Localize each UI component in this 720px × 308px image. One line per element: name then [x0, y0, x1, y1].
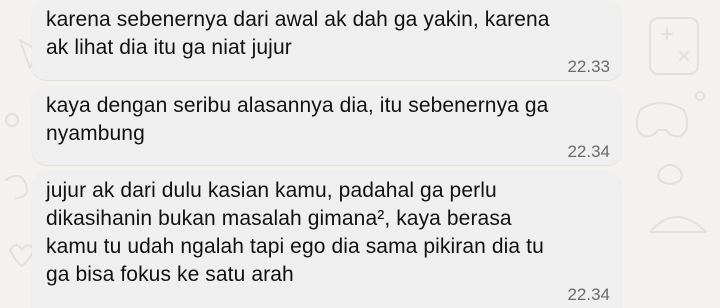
chat-message-bubble[interactable]: kaya dengan seribu alasannya dia, itu se… [32, 86, 622, 165]
message-timestamp: 22.34 [567, 142, 610, 161]
message-timestamp: 22.33 [567, 57, 610, 76]
message-line: ga bisa fokus ke satu arah [46, 263, 294, 286]
chat-message-bubble[interactable]: karena sebenernya dari awal ak dah ga ya… [32, 0, 622, 80]
chat-message-list[interactable]: karena sebenernya dari awal ak dah ga ya… [0, 0, 720, 308]
message-line: nyambung [46, 122, 145, 145]
message-line: dikasihanin bukan masalah gimana², kaya … [46, 207, 512, 230]
message-text: jujur ak dari dulu kasian kamu, padahal … [46, 177, 610, 289]
message-line: kaya dengan seribu alasannya dia, itu se… [46, 94, 549, 117]
message-line: kamu tu udah ngalah tapi ego dia sama pi… [46, 235, 544, 258]
message-timestamp: 22.34 [567, 285, 610, 304]
message-text: kaya dengan seribu alasannya dia, itu se… [46, 92, 610, 148]
message-text: karena sebenernya dari awal ak dah ga ya… [46, 6, 610, 62]
message-line: jujur ak dari dulu kasian kamu, padahal … [46, 179, 497, 202]
chat-message-bubble[interactable]: jujur ak dari dulu kasian kamu, padahal … [32, 171, 622, 308]
message-line: ak lihat dia itu ga niat jujur [46, 36, 292, 59]
message-line: karena sebenernya dari awal ak dah ga ya… [46, 8, 550, 31]
